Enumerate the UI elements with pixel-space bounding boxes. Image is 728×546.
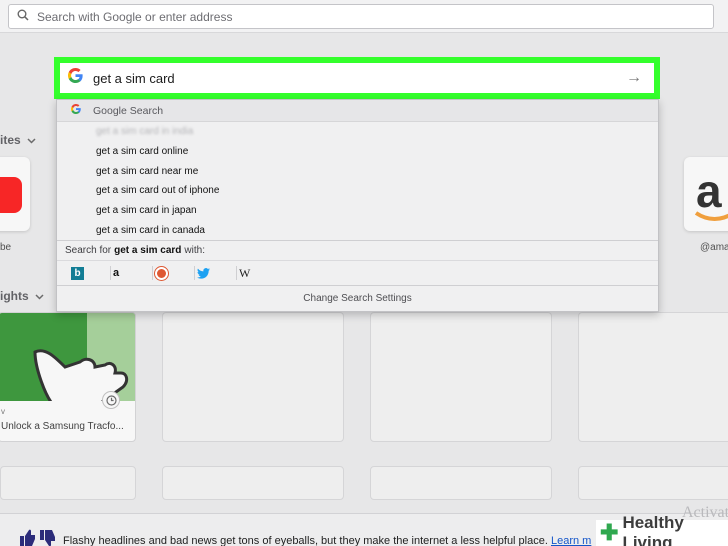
highlight-placeholder xyxy=(370,466,552,500)
duckduckgo-icon xyxy=(155,266,168,280)
browser-toolbar: Search with Google or enter address xyxy=(0,0,728,33)
thumbs-icon xyxy=(18,528,56,546)
search-for-line: Search for get a sim card with: xyxy=(57,240,658,260)
highlights-heading[interactable]: ights xyxy=(0,289,44,303)
go-arrow-icon[interactable]: → xyxy=(626,69,642,87)
wikipedia-icon: W xyxy=(239,265,251,280)
engine-wikipedia-button[interactable]: W xyxy=(237,266,279,280)
address-bar[interactable]: Search with Google or enter address xyxy=(8,4,714,29)
suggestion-item[interactable]: get a sim card in canada xyxy=(57,220,658,240)
search-suggestions-dropdown: Google Search get a sim card in india ge… xyxy=(56,99,659,312)
twitter-icon xyxy=(197,267,210,279)
highlight-placeholder xyxy=(578,312,728,442)
learn-more-link[interactable]: Learn m xyxy=(551,535,591,546)
address-placeholder: Search with Google or enter address xyxy=(37,9,233,24)
highlight-placeholder xyxy=(162,312,344,442)
amazon-logo-icon: a xyxy=(694,165,728,221)
suggestion-item[interactable]: get a sim card in india xyxy=(57,122,658,142)
google-logo-icon xyxy=(68,68,83,88)
engine-bing-button[interactable]: b xyxy=(69,266,111,281)
search-highlight-frame: get a sim card → xyxy=(54,57,660,99)
suggestion-item[interactable]: get a sim card out of iphone xyxy=(57,181,658,201)
clock-icon xyxy=(102,391,120,409)
search-input[interactable]: get a sim card → xyxy=(60,63,654,93)
highlight-placeholder xyxy=(578,466,728,500)
engine-duckduckgo-button[interactable] xyxy=(153,266,195,281)
change-search-settings-button[interactable]: Change Search Settings xyxy=(57,286,658,310)
top-sites-heading[interactable]: ites xyxy=(0,133,36,147)
google-g-icon xyxy=(71,104,81,117)
highlight-placeholder xyxy=(370,312,552,442)
chevron-down-icon xyxy=(27,133,36,147)
highlight-title: Unlock a Samsung Tracfo... xyxy=(1,421,124,432)
dropdown-header-label: Google Search xyxy=(93,104,164,117)
youtube-logo-icon xyxy=(0,177,22,213)
notice-message: Flashy headlines and bad news get tons o… xyxy=(63,535,592,546)
dropdown-header[interactable]: Google Search xyxy=(57,100,658,122)
top-site-label: @ama xyxy=(700,242,728,253)
search-query: get a sim card xyxy=(93,70,175,86)
engine-amazon-button[interactable]: a xyxy=(111,266,153,281)
top-site-label: be xyxy=(0,242,12,253)
highlight-placeholder xyxy=(0,466,136,500)
chevron-down-icon xyxy=(35,289,44,303)
highlight-site: v xyxy=(1,407,5,416)
suggestion-item[interactable]: get a sim card in japan xyxy=(57,201,658,221)
bing-icon: b xyxy=(71,266,84,280)
healthy-living-watermark: ✚ Healthy Living xyxy=(596,513,728,546)
search-icon xyxy=(17,8,29,26)
top-site-amazon[interactable]: a xyxy=(684,157,728,231)
highlight-placeholder xyxy=(162,466,344,500)
highlight-card[interactable]: v Unlock a Samsung Tracfo... xyxy=(0,312,136,442)
svg-text:a: a xyxy=(696,165,722,217)
suggestion-item[interactable]: get a sim card near me xyxy=(57,161,658,181)
pointing-hand-icon xyxy=(33,349,129,401)
engine-twitter-button[interactable] xyxy=(195,266,237,281)
amazon-icon: a xyxy=(113,267,120,280)
suggestion-item[interactable]: get a sim card online xyxy=(57,142,658,162)
plus-icon: ✚ xyxy=(600,520,619,545)
highlight-thumbnail xyxy=(0,313,135,401)
top-site-youtube[interactable] xyxy=(0,157,30,231)
search-engine-buttons: b a W xyxy=(57,260,658,287)
